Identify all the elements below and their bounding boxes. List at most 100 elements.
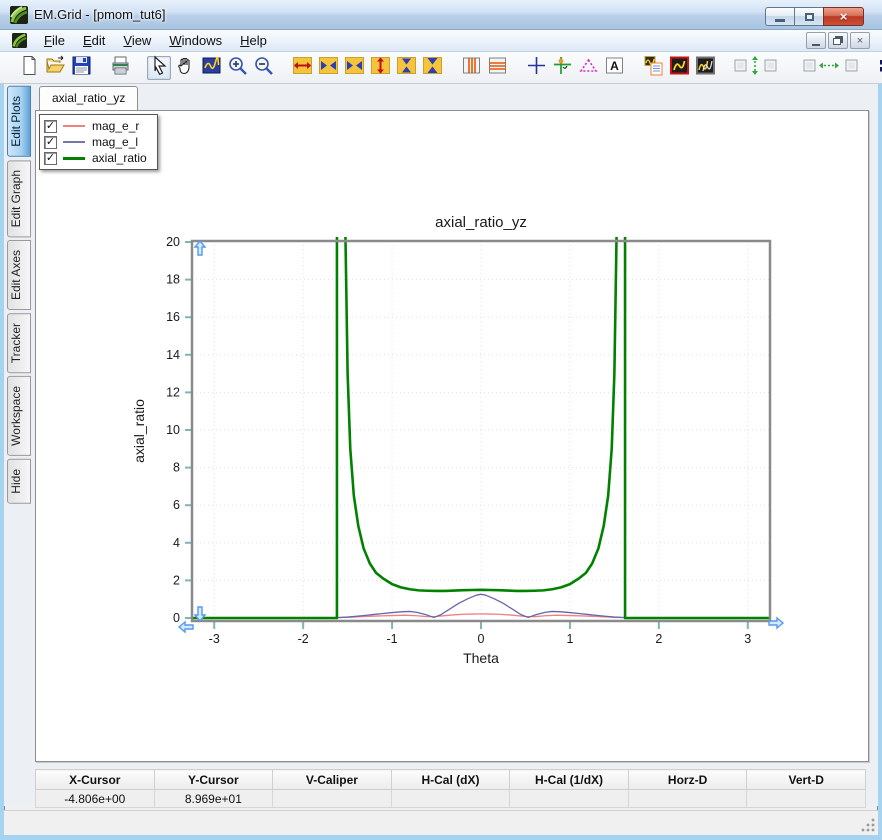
x-tick-label: 0 (478, 632, 485, 646)
legend-line-swatch (63, 125, 85, 127)
horizontal-markers-button[interactable] (485, 56, 509, 80)
pan-hand-button[interactable] (173, 56, 197, 80)
mdi-close-button[interactable]: × (850, 32, 870, 49)
app-logo-icon (10, 6, 28, 24)
toolbar-group (800, 56, 862, 80)
legend-item: ✓ mag_e_l (44, 134, 147, 150)
multi-curve-window-icon (695, 55, 716, 81)
multi-curve-window-button[interactable] (693, 56, 717, 80)
expand-y-button[interactable] (368, 56, 392, 80)
sidebar-tab-tracker[interactable]: Tracker (7, 313, 31, 373)
toolbar-group (289, 56, 445, 80)
x-axis-left-handle[interactable] (179, 622, 193, 632)
layout-icon (878, 55, 882, 81)
save-file-button[interactable] (69, 56, 93, 80)
status-col-value: 8.969e+01 (154, 790, 273, 808)
legend-label: mag_e_l (92, 135, 138, 149)
legend-checkbox[interactable]: ✓ (44, 120, 57, 133)
align-vertical-button[interactable] (732, 56, 786, 80)
menu-item-windows[interactable]: Windows (160, 31, 231, 50)
toolbar-group (16, 56, 94, 80)
y-tick-label: 14 (166, 348, 180, 362)
x-tick-label: 1 (566, 632, 573, 646)
x-tick-label: -3 (209, 632, 220, 646)
document-tab-row: axial_ratio_yz (35, 84, 874, 110)
toolbar-group (458, 56, 510, 80)
restore-button[interactable] (794, 7, 823, 26)
compress-y-icon (422, 55, 443, 81)
horizontal-markers-icon (487, 55, 508, 81)
menu-item-view[interactable]: View (114, 31, 160, 50)
single-curve-window-icon (669, 55, 690, 81)
status-col-value (747, 790, 866, 808)
compress-x-button[interactable] (342, 56, 366, 80)
sidebar-tab-workspace[interactable]: Workspace (7, 376, 31, 456)
menu-item-help[interactable]: Help (231, 31, 276, 50)
plot-document: axial_ratio_yz ✓mag_e_r✓mag_e_l✓axial_ra… (35, 84, 874, 806)
print-button[interactable] (108, 56, 132, 80)
y-tick-label: 12 (166, 385, 180, 399)
zoom-region-icon (201, 55, 222, 81)
sidebar-tab-edit-plots[interactable]: Edit Plots (7, 86, 31, 157)
text-annotation-button[interactable]: A (602, 56, 626, 80)
status-col-header: H-Cal (1/dX) (510, 770, 629, 790)
zoom-out-button[interactable] (251, 56, 275, 80)
spread-y-button[interactable] (394, 56, 418, 80)
menu-item-file[interactable]: File (35, 31, 74, 50)
plot-canvas[interactable]: ✓mag_e_r✓mag_e_l✓axial_ratio axial_ratio… (35, 110, 869, 762)
chart-title: axial_ratio_yz (435, 214, 527, 231)
zoom-region-button[interactable] (199, 56, 223, 80)
legend-line-swatch (63, 157, 85, 160)
resize-grip-icon[interactable] (861, 818, 875, 832)
status-col-header: Y-Cursor (154, 770, 273, 790)
select-pointer-button[interactable] (147, 56, 171, 80)
legend-label: axial_ratio (92, 151, 147, 165)
status-col-header: V-Caliper (273, 770, 392, 790)
zoom-in-button[interactable] (225, 56, 249, 80)
spread-y-icon (396, 55, 417, 81)
new-document-button[interactable] (17, 56, 41, 80)
legend-checkbox[interactable]: ✓ (44, 136, 57, 149)
plot-legend-button[interactable] (641, 56, 665, 80)
layout-button[interactable] (876, 56, 882, 80)
chart[interactable]: axial_ratio_yzThetaaxial_ratio-3-2-10123… (36, 111, 868, 761)
minimize-button[interactable] (765, 7, 794, 26)
menu-item-edit[interactable]: Edit (74, 31, 114, 50)
new-document-icon (19, 55, 40, 81)
spread-x-button[interactable] (316, 56, 340, 80)
status-col-header: Horz-D (628, 770, 747, 790)
window-title: EM.Grid - [pmom_tut6] (34, 7, 165, 22)
close-button[interactable]: × (823, 7, 864, 26)
tracker-cross-button[interactable] (550, 56, 574, 80)
plot-legend-icon (643, 55, 664, 81)
expand-x-button[interactable] (290, 56, 314, 80)
compress-y-button[interactable] (420, 56, 444, 80)
sidebar-tab-hide[interactable]: Hide (7, 459, 31, 504)
zoom-in-icon (227, 55, 248, 81)
open-file-button[interactable] (43, 56, 67, 80)
crosshair-button[interactable] (524, 56, 548, 80)
status-col-value: -4.806e+00 (36, 790, 155, 808)
single-curve-window-button[interactable] (667, 56, 691, 80)
sidebar-tab-edit-axes[interactable]: Edit Axes (7, 240, 31, 310)
legend-checkbox[interactable]: ✓ (44, 152, 57, 165)
print-icon (110, 55, 131, 81)
status-col-header: X-Cursor (36, 770, 155, 790)
svg-text:A: A (610, 59, 619, 73)
caliper-triangle-button[interactable] (576, 56, 600, 80)
open-file-icon (45, 55, 66, 81)
status-col-value (628, 790, 747, 808)
y-axis-top-handle[interactable] (195, 241, 205, 255)
y-tick-label: 18 (166, 273, 180, 287)
y-tick-label: 16 (166, 310, 180, 324)
document-tab[interactable]: axial_ratio_yz (39, 86, 138, 110)
mdi-restore-button[interactable] (828, 32, 848, 49)
y-tick-label: 6 (173, 498, 180, 512)
vertical-markers-button[interactable] (459, 56, 483, 80)
y-axis-label: axial_ratio (131, 399, 147, 463)
align-horizontal-button[interactable] (801, 56, 861, 80)
toolbar-group: A (523, 56, 627, 80)
sidebar-tab-edit-graph[interactable]: Edit Graph (7, 160, 31, 237)
mdi-minimize-button[interactable] (806, 32, 826, 49)
y-tick-label: 10 (166, 423, 180, 437)
